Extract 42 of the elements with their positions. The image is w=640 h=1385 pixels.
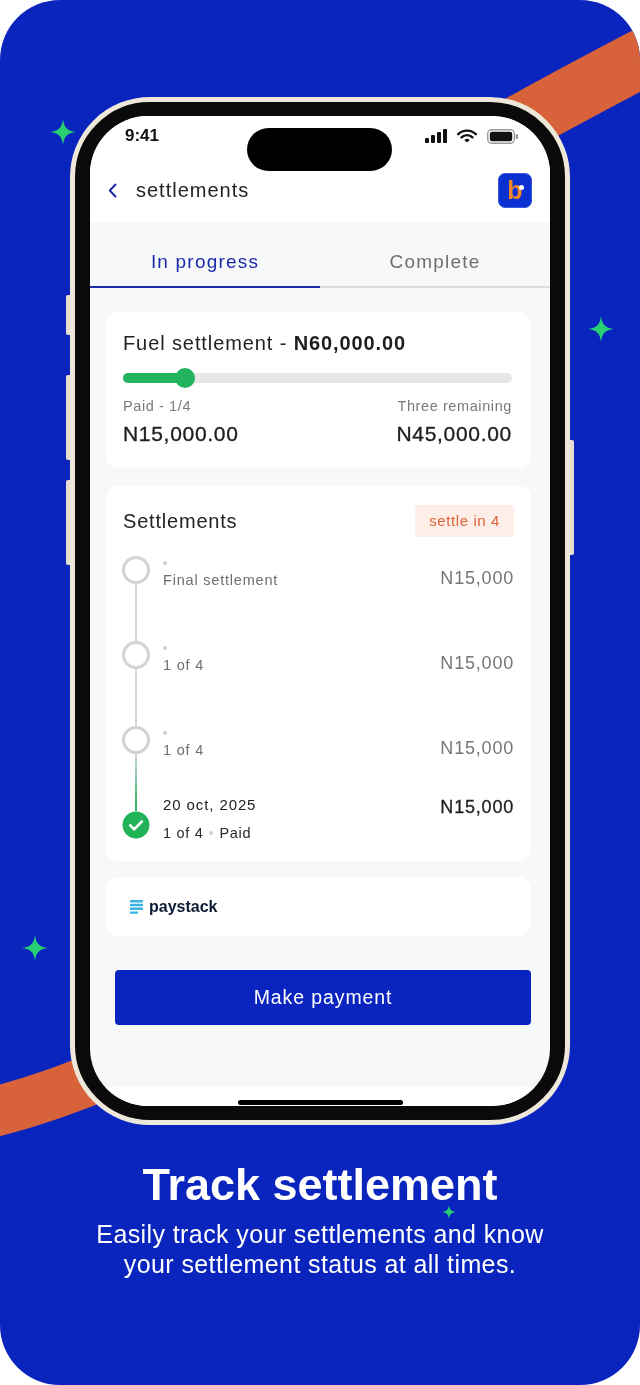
app-logo: b xyxy=(498,172,532,208)
provider-name: paystack xyxy=(149,897,218,916)
dot-icon xyxy=(163,646,167,650)
dot-icon xyxy=(163,731,167,735)
make-payment-button[interactable]: Make payment xyxy=(115,970,531,1025)
settle-badge: settle in 4 xyxy=(415,505,514,537)
settlement-amount: N15,000 xyxy=(440,738,514,758)
settlement-amount: N15,000 xyxy=(440,653,514,673)
sparkle-icon xyxy=(442,1205,456,1219)
caption-text: Easily track your settlements and know your settlement status at all times. xyxy=(95,1219,545,1279)
sparkle-icon xyxy=(22,935,48,961)
sparkle-icon xyxy=(50,119,76,145)
settlement-label: 1 of 4 xyxy=(163,825,204,841)
summary-title: Fuel settlement - N60,000.00 xyxy=(123,331,408,355)
section-title: Settlements xyxy=(123,509,238,533)
timeline-connector xyxy=(135,584,137,641)
tab[interactable]: In progress xyxy=(90,222,320,288)
tab[interactable]: Complete xyxy=(320,222,550,288)
remaining-label: Three remaining xyxy=(397,397,512,415)
settlement-status: Paid xyxy=(219,825,252,841)
wifi-icon xyxy=(457,129,477,143)
battery-icon xyxy=(487,128,518,144)
dot-icon xyxy=(209,831,214,835)
back-icon[interactable] xyxy=(108,182,117,198)
paid-label: Paid - 1/4 xyxy=(123,397,192,415)
timeline-connector xyxy=(135,754,137,811)
settlement-label: 1 of 4 xyxy=(163,657,205,673)
timeline-connector xyxy=(135,669,137,726)
signal-icon xyxy=(425,129,447,143)
settlement-date: 20 oct, 2025 xyxy=(163,795,257,815)
remaining-amount: N45,000.00 xyxy=(396,422,512,446)
status-time: 9:41 xyxy=(125,126,160,146)
settlement-amount: N15,000 xyxy=(440,568,514,588)
stripes-icon xyxy=(130,899,143,914)
settlement-amount: N15,000 xyxy=(440,797,514,817)
settlement-label: 1 of 4 xyxy=(163,742,205,758)
dot-icon xyxy=(163,561,167,565)
page-title: settlements xyxy=(136,178,250,202)
sparkle-icon xyxy=(588,316,614,342)
paid-amount: N15,000.00 xyxy=(123,422,239,446)
settlement-label: Final settlement xyxy=(163,572,279,588)
caption-title: Track settlement xyxy=(142,1166,498,1204)
